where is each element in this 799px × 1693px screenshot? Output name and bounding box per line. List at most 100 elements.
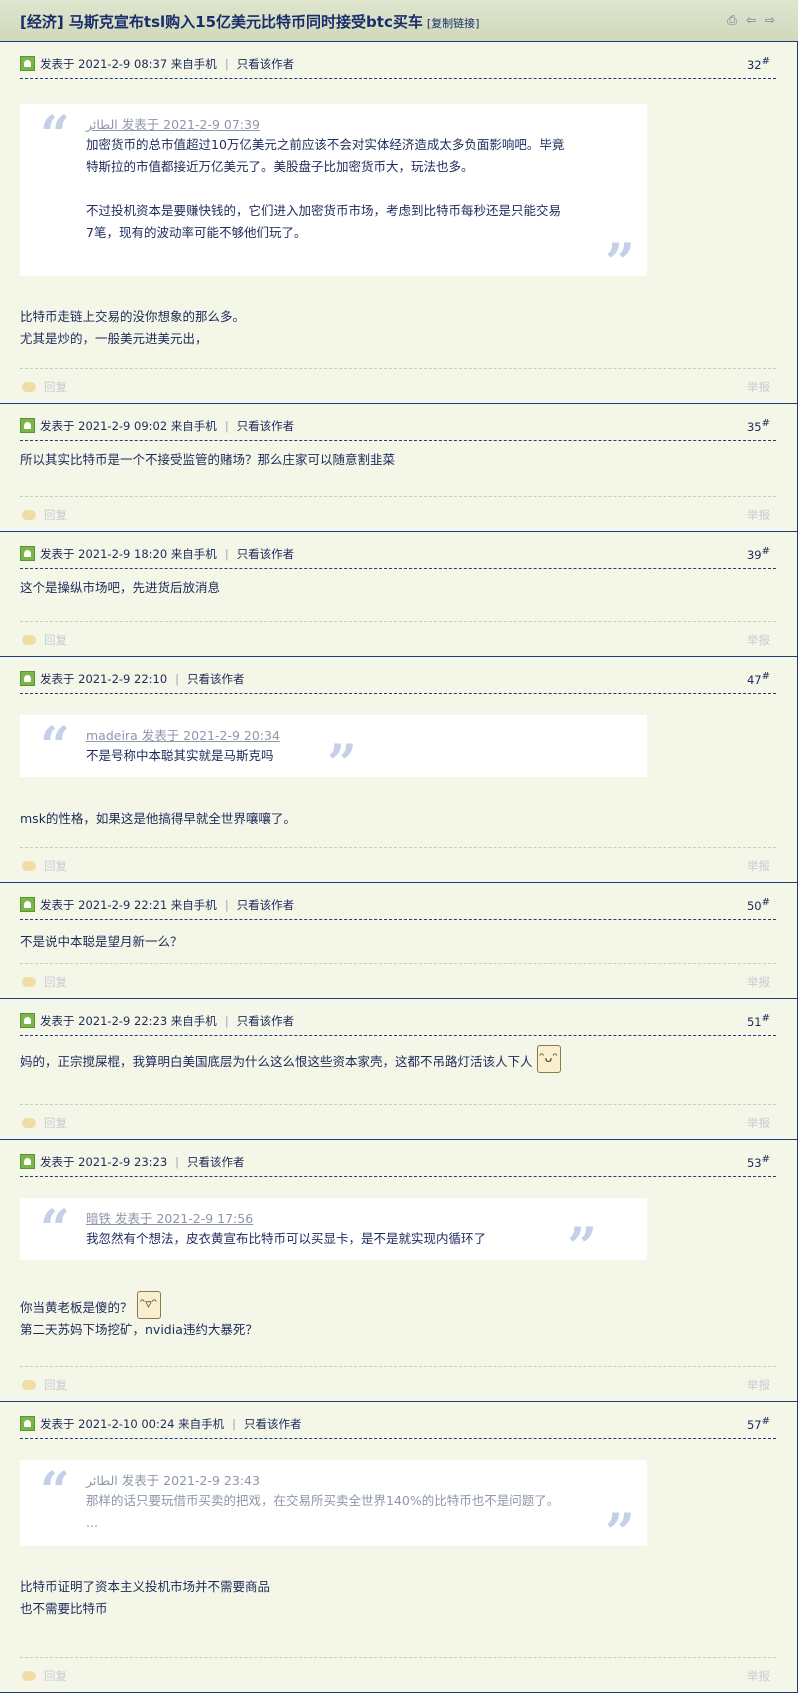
floor-number: 57# [746,1416,770,1432]
user-avatar-icon[interactable] [20,546,35,561]
view-author-only-link[interactable]: 只看该作者 [187,672,245,686]
post-meta: 发表于 2021-2-9 22:23 来自手机 | 只看该作者 [40,1013,294,1029]
reply-icon [22,1380,36,1390]
divider: | [175,672,180,686]
post-time: 发表于 2021-2-9 22:10 [40,672,168,686]
quote-author[interactable]: الطائر 发表于 2021-2-9 23:43 [86,1472,567,1490]
post-time: 发表于 2021-2-9 23:23 [40,1155,168,1169]
user-avatar-icon[interactable] [20,897,35,912]
post-text-line: 所以其实比特币是一个不接受监管的赌场？那么庄家可以随意割韭菜 [20,452,396,467]
post-footer: 回复 举报 [20,847,776,882]
reply-label: 回复 [44,380,67,394]
post-body: 比特币走链上交易的没你想象的那么多。 尤其是炒的，一般美元进美元出， [20,306,776,350]
close-quote-icon: ” [567,1217,597,1278]
floor-number: 47# [746,671,770,687]
quote-text: 那样的话只要玩借币买卖的把戏，在交易所买卖全世界140%的比特币也不是问题了。 … [86,1493,560,1530]
view-author-only-link[interactable]: 只看该作者 [244,1417,302,1431]
floor-number: 53# [746,1154,770,1170]
user-avatar-icon[interactable] [20,1013,35,1028]
prev-arrow-icon[interactable]: ⇦ [743,12,759,28]
open-quote-icon: “ [40,1461,70,1522]
report-link[interactable]: 举报 [747,1668,770,1684]
user-avatar-icon[interactable] [20,418,35,433]
open-quote-icon: “ [40,1199,70,1260]
quote-author[interactable]: الطائر 发表于 2021-2-9 07:39 [86,116,567,134]
reply-icon [22,977,36,987]
reply-button[interactable]: 回复 [22,1115,67,1131]
print-icon[interactable]: ⎙ [724,12,740,28]
view-author-only-link[interactable]: 只看该作者 [187,1155,245,1169]
report-link[interactable]: 举报 [747,379,770,395]
post-text-line: 妈的，正宗搅屎棍，我算明白美国底层为什么这么恨这些资本家壳，这都不吊路灯活该人下… [20,1045,776,1073]
quote-block: “ الطائر 发表于 2021-2-9 07:39 加密货币的总市值超过10… [20,104,647,290]
post-footer: 回复 举报 [20,1104,776,1139]
reply-button[interactable]: 回复 [22,974,67,990]
reply-label: 回复 [44,1116,67,1130]
post-meta: 发表于 2021-2-9 22:10 | 只看该作者 [40,671,245,687]
post-header: 发表于 2021-2-9 22:10 | 只看该作者 47# [20,671,776,694]
post: 发表于 2021-2-9 09:02 来自手机 | 只看该作者 35# 所以其实比特… [0,403,798,531]
next-arrow-icon[interactable]: ⇨ [762,12,778,28]
reply-icon [22,861,36,871]
post: 发表于 2021-2-9 22:10 | 只看该作者 47# “ madeira 发… [0,656,798,882]
floor-number: 51# [746,1013,770,1029]
post-text: 你当黄老板是傻的？ [20,1300,133,1315]
copy-link-button[interactable]: [复制链接] [427,17,480,30]
post-meta: 发表于 2021-2-9 18:20 来自手机 | 只看该作者 [40,546,294,562]
post-header: 发表于 2021-2-9 09:02 来自手机 | 只看该作者 35# [20,418,776,441]
post-body: 比特币证明了资本主义投机市场并不需要商品 也不需要比特币 [20,1576,776,1620]
reply-button[interactable]: 回复 [22,507,67,523]
post-body: 不是说中本聪是望月新一么？ [20,931,776,953]
reply-button[interactable]: 回复 [22,632,67,648]
post-text-line: 比特币走链上交易的没你想象的那么多。 [20,309,246,324]
post-text-line: 第二天苏妈下场挖矿，nvidia违约大暴死？ [20,1322,258,1337]
reply-label: 回复 [44,859,67,873]
report-link[interactable]: 举报 [747,1377,770,1393]
view-author-only-link[interactable]: 只看该作者 [237,547,295,561]
post-text-line: 比特币证明了资本主义投机市场并不需要商品 [20,1579,271,1594]
floor-value: 32 [746,57,762,72]
divider: | [224,57,229,71]
quote-text: 加密货币的总市值超过10万亿美元之前应该不会对实体经济造成太多负面影响吧。毕竟特… [86,137,565,174]
report-link[interactable]: 举报 [747,858,770,874]
view-author-only-link[interactable]: 只看该作者 [237,419,295,433]
user-avatar-icon[interactable] [20,1416,35,1431]
thread-title-bar: [经济] 马斯克宣布tsl购入15亿美元比特币同时接受btc买车 [复制链接] ⎙… [0,0,798,42]
reply-icon [22,382,36,392]
reply-label: 回复 [44,975,67,989]
sticker-emoji-icon: ᵔ▿ᵔ [136,1291,161,1319]
report-link[interactable]: 举报 [747,1115,770,1131]
reply-button[interactable]: 回复 [22,379,67,395]
user-avatar-icon[interactable] [20,56,35,71]
quote-text: 不过投机资本是要赚快钱的，它们进入加密货币市场，考虑到比特币每秒还是只能交易7笔… [86,203,562,240]
divider: | [224,898,229,912]
quote-author[interactable]: 暗铁 发表于 2021-2-9 17:56 [86,1210,567,1228]
quote-spacer [86,178,567,200]
floor-value: 39 [746,547,762,562]
floor-number: 35# [746,418,770,434]
reply-button[interactable]: 回复 [22,1377,67,1393]
thread-title: [经济] 马斯克宣布tsl购入15亿美元比特币同时接受btc买车 [20,13,423,31]
post: 发表于 2021-2-10 00:24 来自手机 | 只看该作者 57# “ الط… [0,1401,798,1692]
post: 发表于 2021-2-9 22:23 来自手机 | 只看该作者 51# 妈的，正宗搅… [0,998,798,1139]
post-footer: 回复 举报 [20,621,776,656]
post-text-line: 你当黄老板是傻的？ ᵔ▿ᵔ [20,1291,776,1319]
post-header: 发表于 2021-2-9 08:37 来自手机 | 只看该作者 32# [20,56,776,79]
view-author-only-link[interactable]: 只看该作者 [237,1014,295,1028]
report-link[interactable]: 举报 [747,974,770,990]
reply-button[interactable]: 回复 [22,1668,67,1684]
post-footer: 回复 举报 [20,368,776,403]
report-link[interactable]: 举报 [747,507,770,523]
user-avatar-icon[interactable] [20,671,35,686]
floor-value: 57 [746,1417,762,1432]
floor-number: 50# [746,897,770,913]
thread-tools: ⎙ ⇦ ⇨ [721,12,778,28]
view-author-only-link[interactable]: 只看该作者 [237,898,295,912]
reply-button[interactable]: 回复 [22,858,67,874]
report-link[interactable]: 举报 [747,632,770,648]
post-time: 发表于 2021-2-9 08:37 来自手机 [40,57,217,71]
post-footer: 回复 举报 [20,963,776,998]
user-avatar-icon[interactable] [20,1154,35,1169]
close-quote-icon: ” [605,1503,635,1564]
view-author-only-link[interactable]: 只看该作者 [237,57,295,71]
